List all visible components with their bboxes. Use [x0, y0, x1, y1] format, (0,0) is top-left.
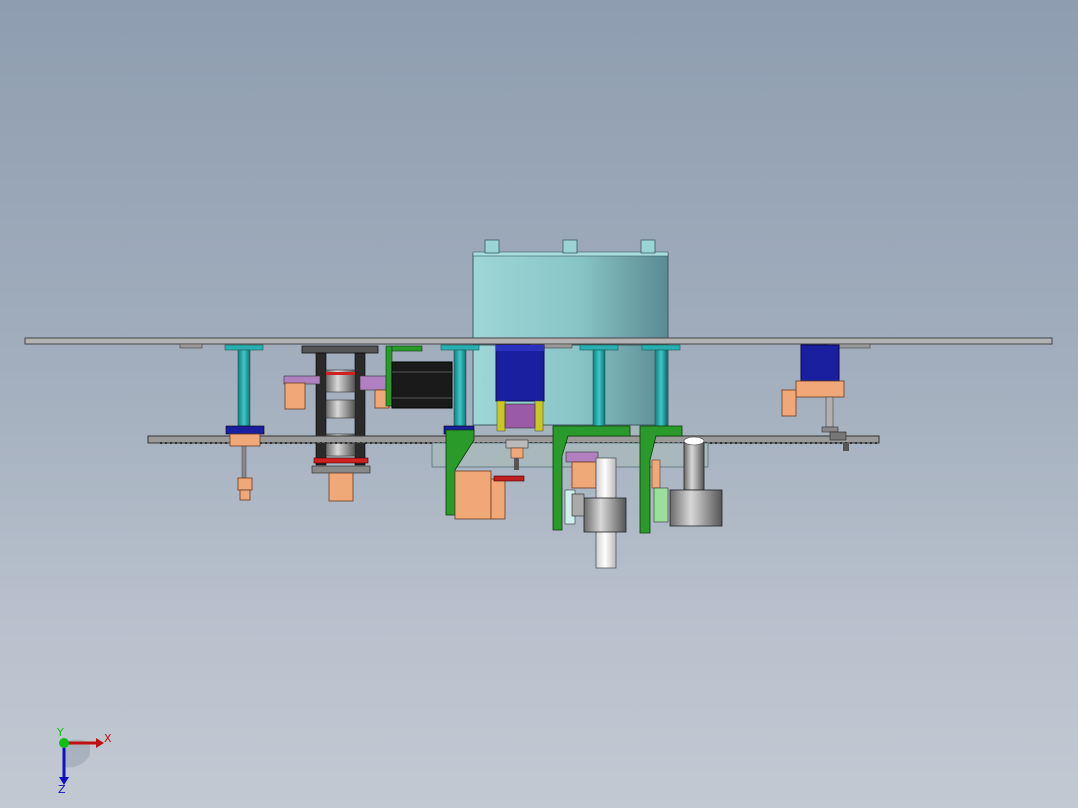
x-axis-label: X — [104, 732, 112, 745]
motor-center[interactable] — [495, 344, 545, 432]
motor-right[interactable] — [781, 344, 845, 433]
triad-graphic: X Y Z — [56, 726, 112, 796]
y-axis-label: Y — [56, 726, 64, 739]
gripper-assembly-left[interactable] — [283, 345, 390, 502]
z-axis-label: Z — [58, 783, 66, 795]
coordinate-triad[interactable]: X Y Z — [40, 725, 130, 796]
y-axis-dot — [59, 738, 69, 748]
assembly-model[interactable] — [0, 0, 1078, 808]
cad-viewport[interactable]: X Y Z — [0, 0, 1078, 808]
stepper-motor[interactable] — [385, 345, 453, 409]
sensor-left — [237, 445, 253, 501]
